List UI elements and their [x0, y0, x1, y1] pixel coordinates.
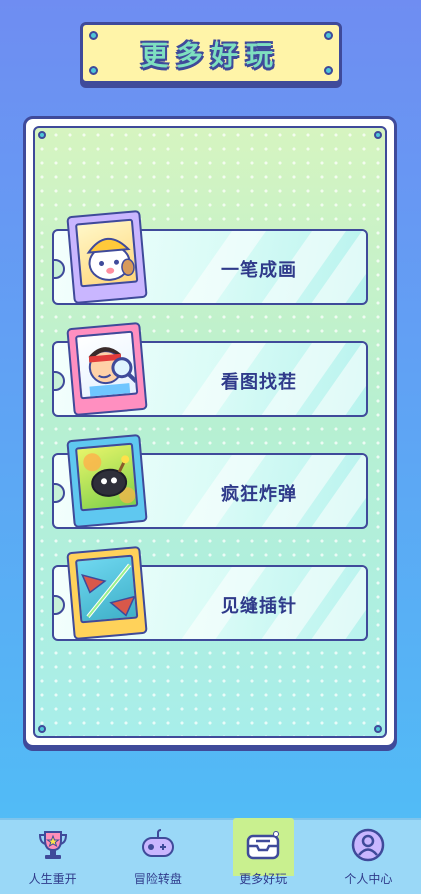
inbox-icon	[246, 831, 280, 860]
screw-icon	[89, 31, 98, 40]
screw-icon	[89, 66, 98, 75]
game-item-kantuzhaocha[interactable]: 看图找茬	[52, 321, 368, 417]
tab-label: 人生重开	[28, 872, 77, 886]
screw-icon	[324, 66, 333, 75]
tab-label: 更多好玩	[239, 872, 288, 886]
game-name: 见缝插针	[221, 596, 297, 617]
trophy-icon	[38, 831, 67, 859]
game-name: 看图找茬	[221, 372, 297, 393]
screw-icon	[38, 131, 46, 139]
page-title: 更多好玩	[141, 40, 281, 72]
tab-label: 冒险转盘	[133, 872, 182, 886]
bomb-icon	[74, 442, 139, 512]
game-list-panel	[23, 116, 397, 748]
tab-label: 个人中心	[344, 872, 393, 886]
screw-icon	[374, 131, 382, 139]
bottom-tab-bar: 人生重开 冒险转盘 更多好玩 个人中心	[0, 818, 421, 894]
game-name: 疯狂炸弹	[221, 484, 297, 505]
boy-with-magnifier-icon	[74, 330, 139, 400]
tab-geren-zhongxin[interactable]: 个人中心	[316, 820, 421, 894]
screw-icon	[324, 31, 333, 40]
game-thumbnail-frame[interactable]	[66, 433, 148, 529]
game-item-yibichenghua[interactable]: 一笔成画	[52, 209, 368, 305]
game-name: 一笔成画	[221, 260, 297, 281]
tab-rensheng-chongkai[interactable]: 人生重开	[0, 820, 105, 894]
game-thumbnail-frame[interactable]	[66, 321, 148, 417]
tab-maoxian-zhuanpan[interactable]: 冒险转盘	[105, 820, 210, 894]
gamepad-icon	[141, 829, 174, 857]
page-title-board: 更多好玩	[80, 22, 342, 84]
game-item-jianfengchazhen[interactable]: 见缝插针	[52, 545, 368, 641]
game-item-fengkuangzhadan[interactable]: 疯狂炸弹	[52, 433, 368, 529]
screw-icon	[38, 725, 46, 733]
needle-icon	[74, 554, 139, 624]
dog-with-hardhat-icon	[74, 218, 139, 288]
game-thumbnail-frame[interactable]	[66, 209, 148, 305]
user-icon	[352, 828, 385, 862]
game-thumbnail-frame[interactable]	[66, 545, 148, 641]
screw-icon	[374, 725, 382, 733]
tab-gengduo-haowan[interactable]: 更多好玩	[211, 818, 316, 894]
